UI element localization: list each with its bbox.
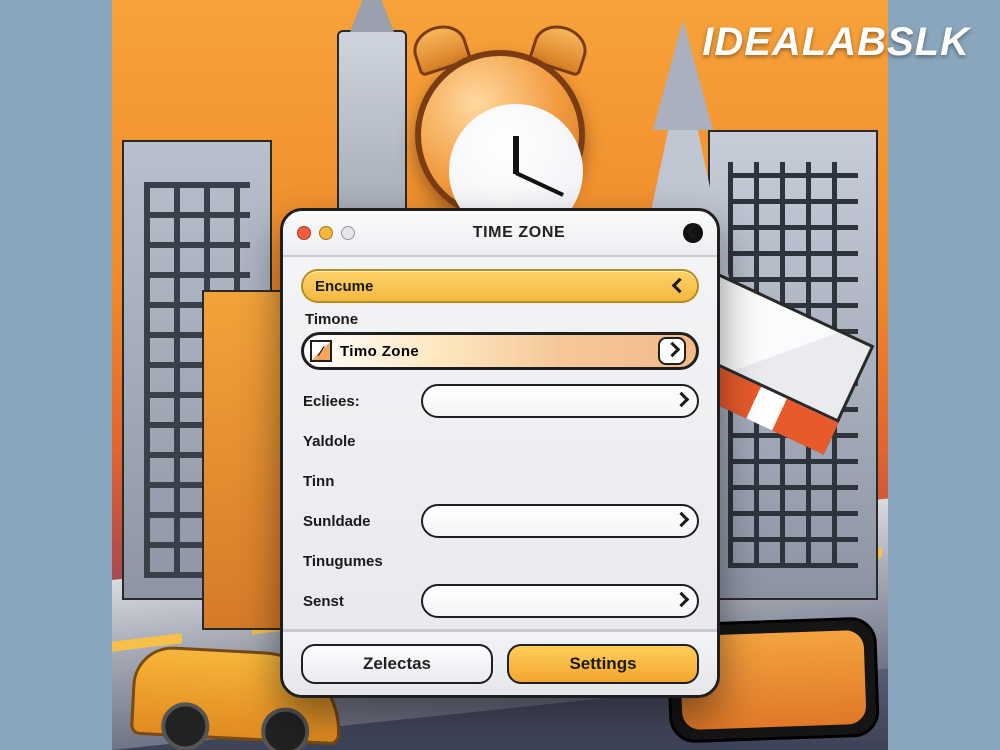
chevron-left-icon (688, 226, 699, 240)
setting-dropdown[interactable] (421, 584, 699, 618)
setting-dropdown[interactable] (421, 504, 699, 538)
setting-label: Sunldade (301, 513, 421, 530)
panel-body: Encume Timone ∕ Timo Zone Ecliees: Yaldol… (283, 257, 717, 629)
titlebar: Time Zone (283, 211, 717, 257)
minimize-dot-icon[interactable] (319, 226, 333, 240)
chevron-right-icon (676, 512, 687, 530)
setting-label: Senst (301, 593, 421, 610)
section-header-encume[interactable]: Encume (301, 269, 699, 303)
checkbox-checked-icon[interactable]: ∕ (310, 340, 332, 362)
alarm-clock-icon (405, 20, 595, 240)
close-button[interactable] (683, 223, 703, 243)
panel-title: Time Zone (365, 224, 673, 242)
chevron-right-icon (676, 392, 687, 410)
chevron-right-icon (658, 337, 686, 365)
phone-label: ANCHTE (808, 705, 856, 718)
zelectas-button[interactable]: Zelectas (301, 644, 493, 684)
brand-logo: IDEALABSLK (702, 20, 970, 65)
settings-button[interactable]: Settings (507, 644, 699, 684)
timezone-select-value: Timo Zone (340, 343, 419, 360)
settings-list: Ecliees: Yaldole Tinn Sunldade Tinugumes Sens… (301, 384, 699, 629)
spacer (421, 464, 699, 498)
timezone-settings-panel: Time Zone Encume Timone ∕ Timo Zone Ecli… (280, 208, 720, 698)
close-dot-icon[interactable] (297, 226, 311, 240)
timezone-select[interactable]: ∕ Timo Zone (301, 332, 699, 370)
zoom-dot-icon[interactable] (341, 226, 355, 240)
section-header-label: Encume (315, 278, 373, 295)
setting-label: Ecliees: (301, 393, 421, 410)
setting-label: Tinn (301, 473, 421, 490)
chevron-left-icon (674, 278, 685, 295)
setting-dropdown[interactable] (421, 384, 699, 418)
spacer (421, 544, 699, 578)
button-label: Settings (569, 654, 636, 674)
setting-label: Tinugumes (301, 553, 421, 570)
spacer (421, 424, 699, 458)
panel-footer: Zelectas Settings (283, 629, 717, 695)
field-label-timone: Timone (301, 303, 699, 332)
window-controls[interactable] (297, 226, 355, 240)
setting-label: Yaldole (301, 433, 421, 450)
chevron-right-icon (676, 592, 687, 610)
button-label: Zelectas (363, 654, 431, 674)
